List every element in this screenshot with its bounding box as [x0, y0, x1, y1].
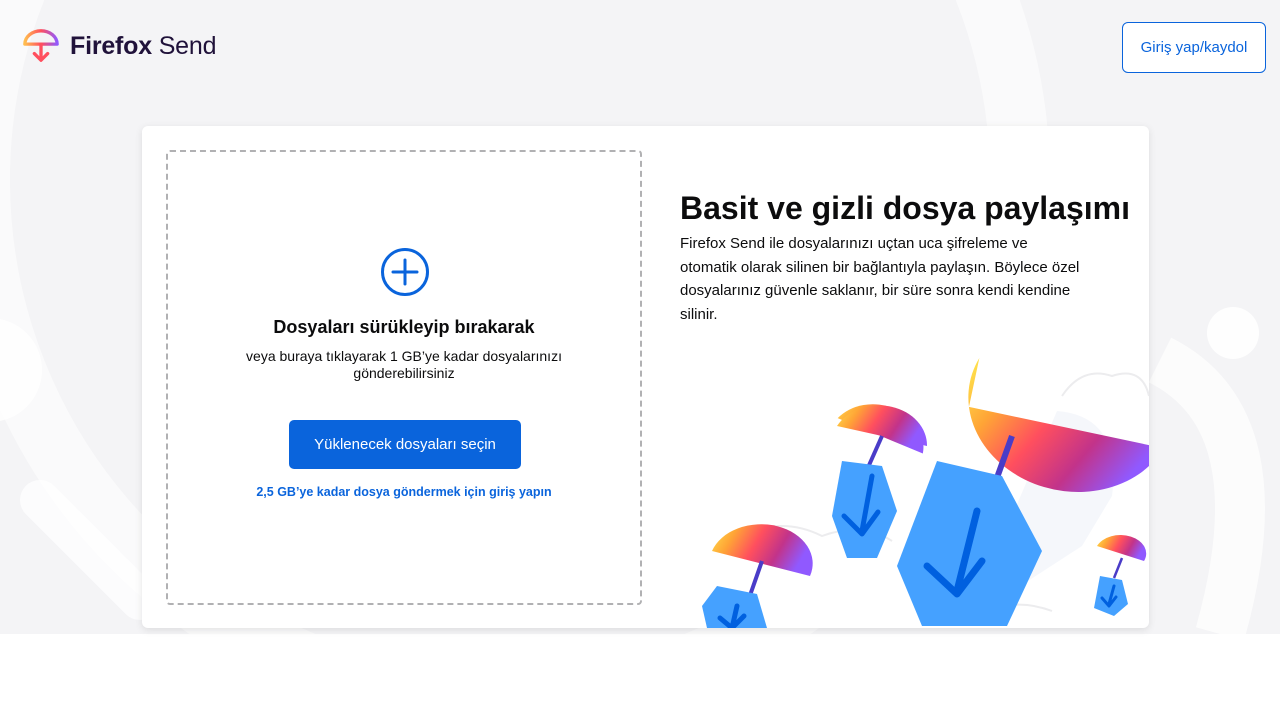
dropzone-title: Dosyaları sürükleyip bırakarak	[273, 317, 535, 337]
logo-text-bold: Firefox	[70, 31, 152, 60]
signin-button[interactable]: Giriş yap/kaydol	[1122, 22, 1266, 73]
small-parachute	[1094, 535, 1147, 616]
firefox-send-logo-icon	[23, 29, 59, 62]
main-card: Dosyaları sürükleyip bırakarak veya bura…	[142, 126, 1149, 628]
medium-parachute-bottom	[702, 524, 813, 628]
dropzone-subtitle: veya buraya tıklayarak 1 GB’ye kadar dos…	[246, 348, 562, 381]
logo-text: Firefox Send	[70, 32, 216, 61]
intro-title: Basit ve gizli dosya paylaşımı	[680, 190, 1130, 226]
header: Firefox Send Giriş yap/kaydol	[0, 0, 1280, 96]
logo[interactable]: Firefox Send	[22, 26, 216, 66]
upload-dropzone[interactable]: Dosyaları sürükleyip bırakarak veya bura…	[166, 150, 642, 605]
parachute-files-illustration	[702, 357, 1149, 628]
signin-upsell-link[interactable]: 2,5 GB’ye kadar dosya göndermek için gir…	[168, 485, 640, 499]
intro-description: Firefox Send ile dosyalarınızı uçtan uca…	[680, 235, 1080, 323]
select-files-button[interactable]: Yüklenecek dosyaları seçin	[289, 420, 521, 469]
plus-circle-icon[interactable]	[380, 247, 430, 297]
logo-text-light: Send	[158, 31, 217, 60]
